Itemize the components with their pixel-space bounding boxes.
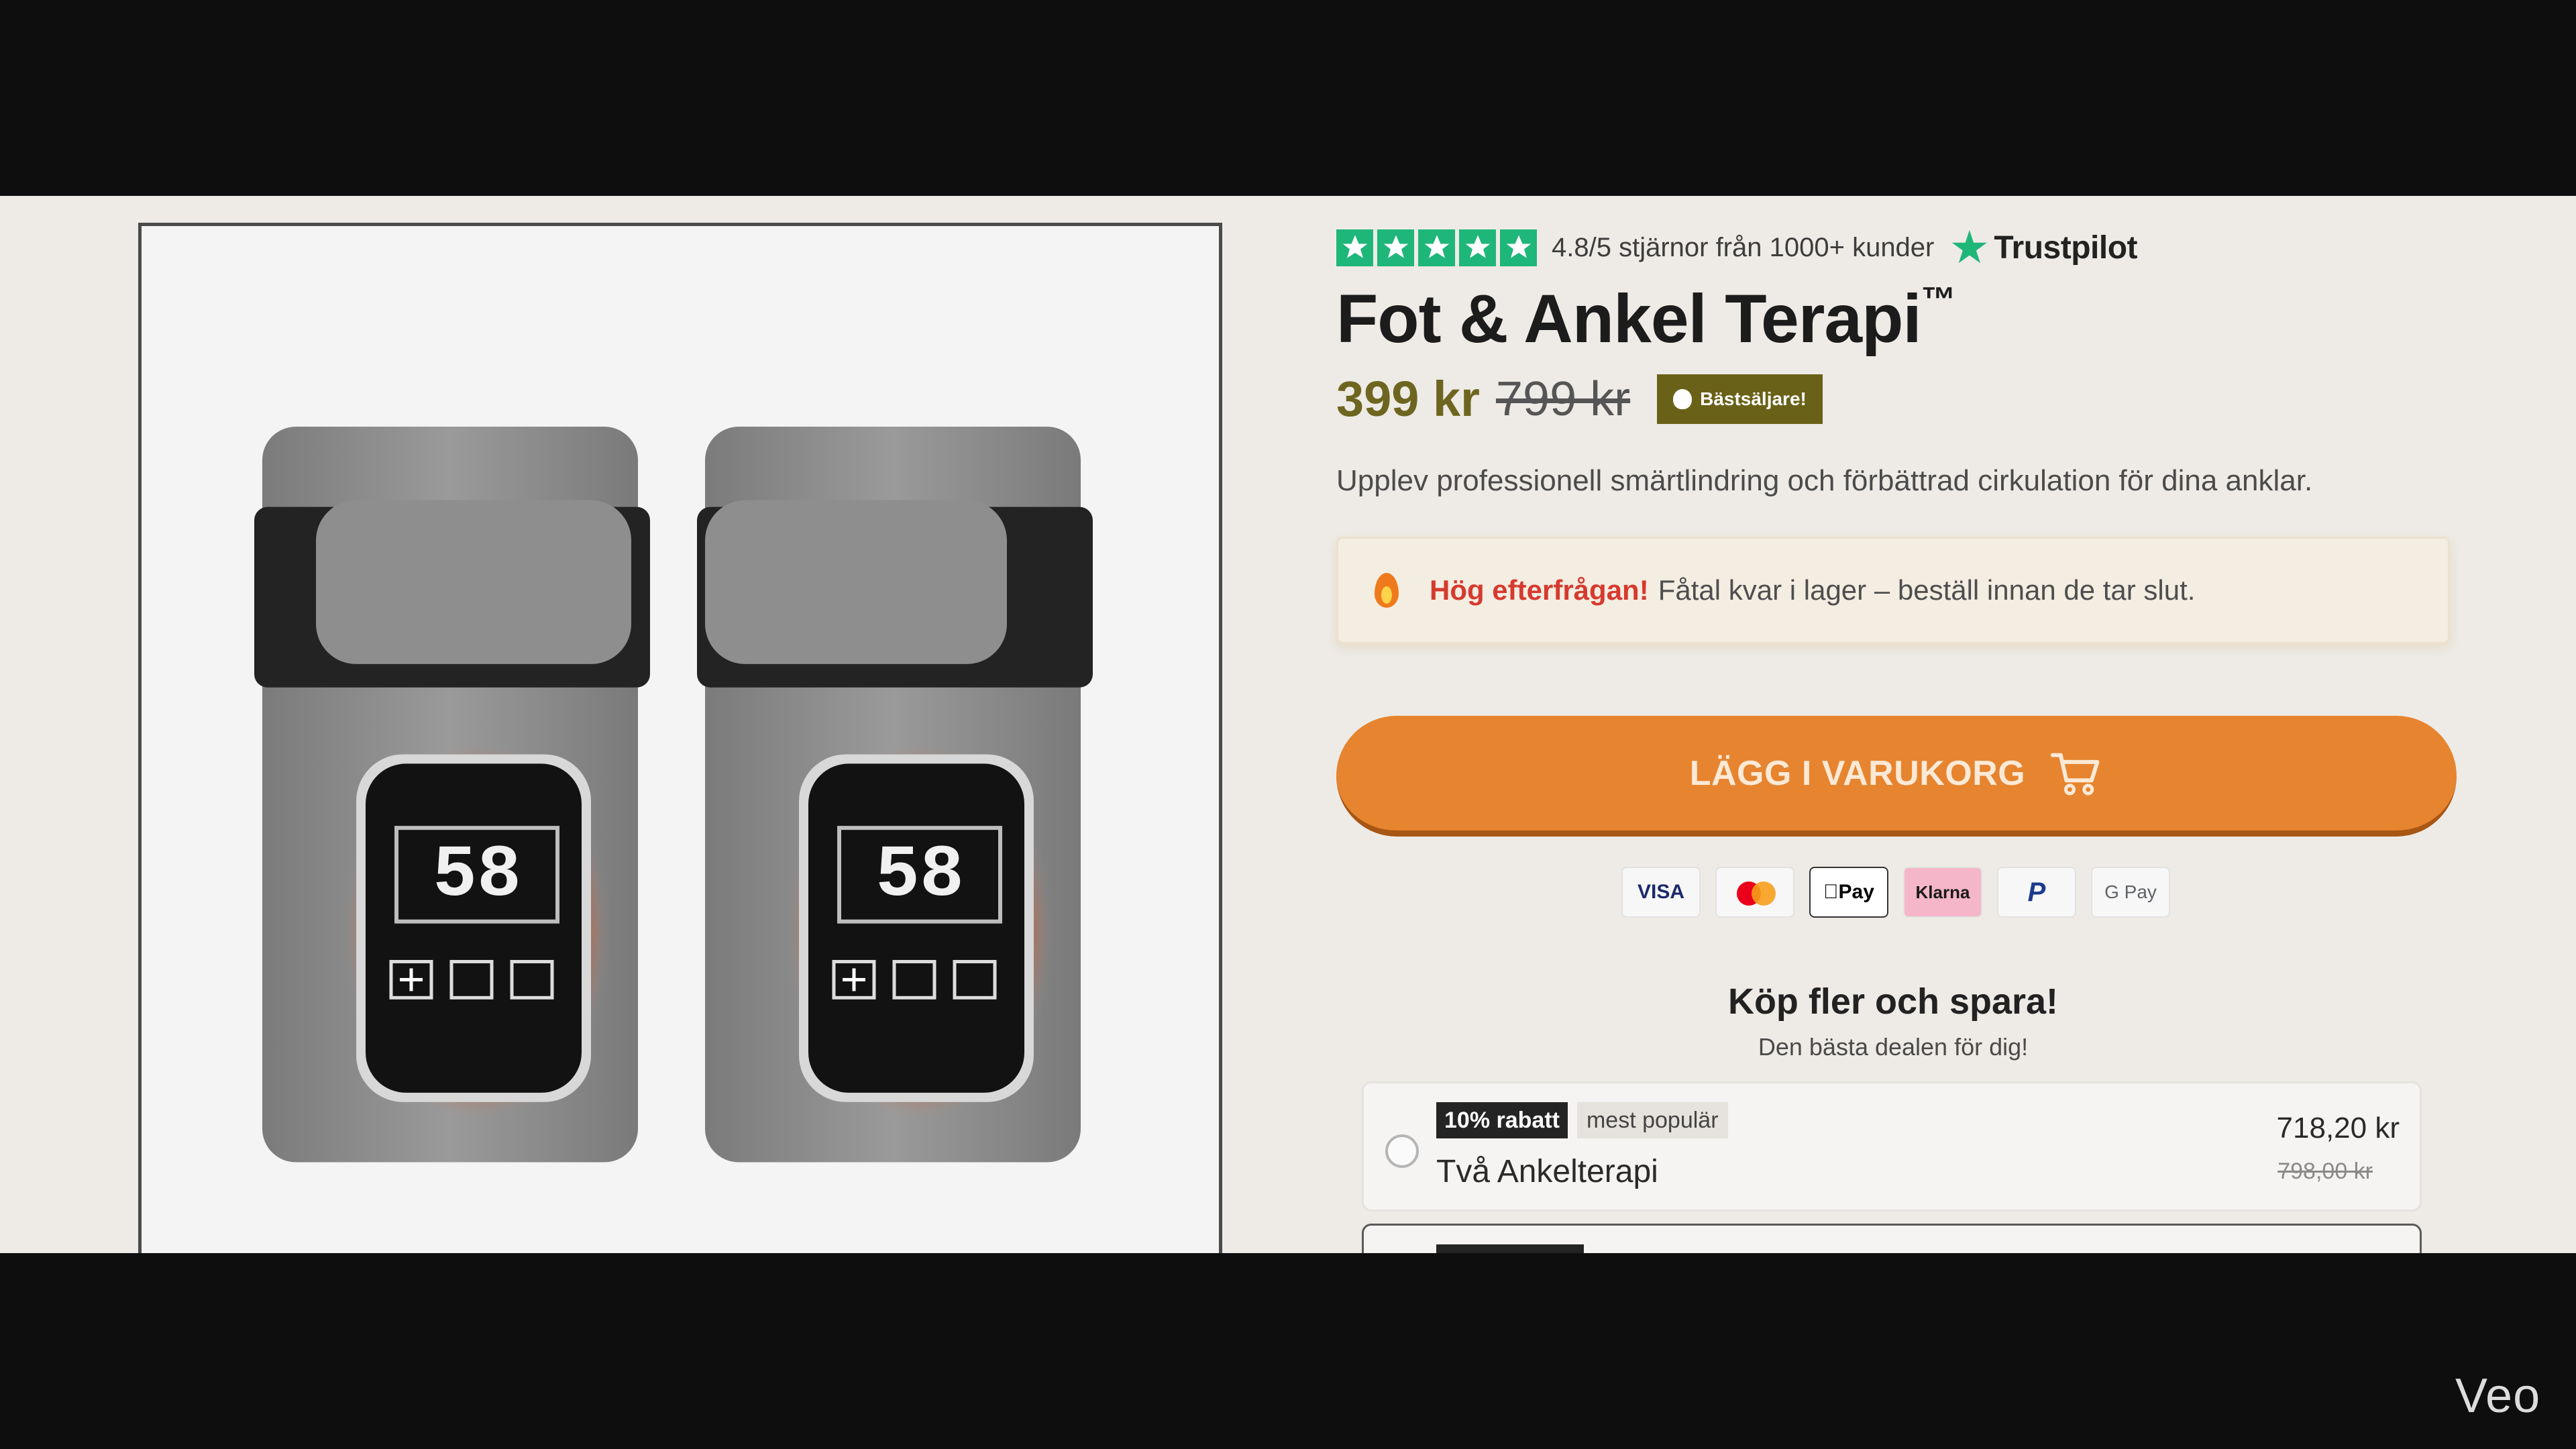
trustpilot-rating[interactable]: 4.8/5 stjärnor från 1000+ kunder ★ Trust… [1336,223,2137,272]
right-display-reading: 58 [875,834,964,917]
discount-tag: 10% rabatt [1436,1102,1568,1138]
offer-original-price: 798,00 kr [2277,1159,2373,1184]
trademark-symbol: ™ [1921,280,1956,319]
trustpilot-star-icon: ★ [1949,222,1990,273]
payment-methods: VISA Pay Klarna P G Pay [1621,867,2170,918]
star-icon [1459,229,1496,266]
star-icon [1500,229,1537,266]
bundle-heading: Köp fler och spara! [1727,981,2059,1022]
popular-tag: mest populär [1576,1102,1728,1138]
letterbox-top [0,0,2576,196]
trustpilot-logo[interactable]: ★ Trustpilot [1949,225,2137,270]
product-title: Fot & Ankel Terapi™ [1336,280,1956,357]
product-image-panel: 58 58 [138,223,1222,1253]
bundle-offer-two[interactable]: 10% rabatt mest populär Två Ankelterapi … [1362,1081,2422,1212]
stock-alert: Hög efterfrågan! Fåtal kvar i lager – be… [1336,537,2450,644]
veo-watermark: Veo [2455,1369,2541,1423]
bundle-subheading: Den bästa dealen för dig! [1758,1033,2029,1061]
add-to-cart-button[interactable]: LÄGG I VARUKORG [1336,716,2457,837]
klarna-icon: Klarna [1903,867,1982,918]
add-to-cart-label: LÄGG I VARUKORG [1689,753,2026,793]
product-page: 58 58 4.8/5 stjärnor från 1000+ kunder ★… [0,196,2576,1253]
stock-alert-heading: Hög efterfrågan! [1430,574,1649,606]
bundle-offer-next[interactable] [1362,1224,2422,1253]
star-icon [1377,229,1414,266]
offer-name: Två Ankelterapi [1436,1154,1658,1189]
google-pay-icon: G Pay [2091,867,2170,918]
price-row: 399 kr 799 kr Bästsäljare! [1336,370,1823,427]
flame-icon [1673,388,1693,409]
offer-price: 718,20 kr [2276,1112,2400,1144]
star-icon [1336,229,1373,266]
fire-icon [1371,570,1403,610]
original-price: 799 kr [1495,372,1631,426]
apple-pay-icon: Pay [1809,867,1888,918]
visa-icon: VISA [1621,867,1701,918]
current-price: 399 kr [1336,371,1480,427]
rating-text: 4.8/5 stjärnor från 1000+ kunder [1552,232,1935,262]
star-icon [1418,229,1455,266]
offer-tags: 10% rabatt mest populär [1436,1102,1728,1138]
letterbox-bottom [0,1253,2576,1449]
offer-radio[interactable] [1385,1134,1419,1168]
left-display-reading: 58 [433,834,521,917]
product-info: 4.8/5 stjärnor från 1000+ kunder ★ Trust… [1336,196,2477,1253]
mastercard-icon [1715,867,1794,918]
cart-icon [2051,753,2100,795]
bestseller-badge: Bästsäljare! [1657,374,1823,424]
product-tagline: Upplev professionell smärtlindring och f… [1336,464,2313,497]
paypal-icon: P [1997,867,2076,918]
discount-tag [1436,1244,1584,1253]
right-wrap-device: 58 [697,427,1093,1163]
trustpilot-name: Trustpilot [1994,229,2137,266]
product-photo: 58 58 [142,226,1219,1253]
rating-stars [1336,229,1537,266]
left-wrap-device: 58 [254,427,650,1163]
stock-alert-text: Fåtal kvar i lager – beställ innan de ta… [1658,574,2196,606]
